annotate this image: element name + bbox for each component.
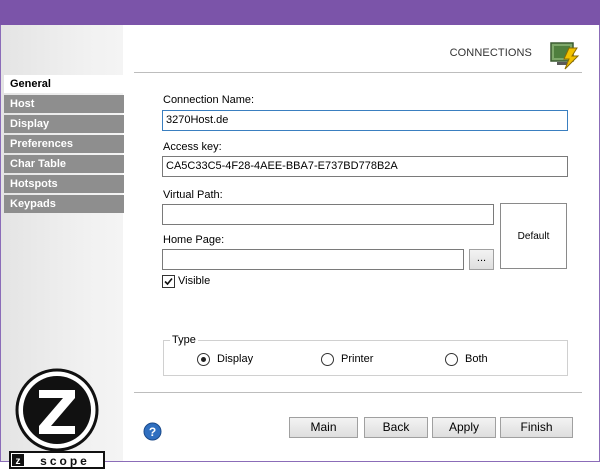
sidebar-item-general[interactable]: General [4,75,124,93]
footer-divider [134,392,582,393]
main-button[interactable]: Main [289,417,358,438]
type-legend: Type [170,334,198,346]
home-page-label: Home Page: [163,234,225,246]
default-preview[interactable]: Default [500,203,567,269]
title-bar [0,0,600,25]
radio-both-label: Both [465,353,488,365]
access-key-field[interactable]: CA5C33C5-4F28-4AEE-BBA7-E737BD778B2A [162,156,568,177]
sidebar-item-host[interactable]: Host [4,95,124,113]
sidebar-item-hotspots[interactable]: Hotspots [4,175,124,193]
sidebar-item-preferences[interactable]: Preferences [4,135,124,153]
radio-both[interactable] [445,353,458,366]
apply-button[interactable]: Apply [432,417,496,438]
radio-display[interactable] [197,353,210,366]
sidebar-item-char-table[interactable]: Char Table [4,155,124,173]
check-icon [164,277,173,286]
home-page-field[interactable] [162,249,464,270]
header-divider [134,72,582,73]
sidebar-item-display[interactable]: Display [4,115,124,133]
virtual-path-label: Virtual Path: [163,189,223,201]
connection-name-label: Connection Name: [163,94,255,106]
browse-button[interactable]: ... [469,249,494,270]
visible-checkbox[interactable] [162,275,175,288]
page-title: CONNECTIONS [449,47,532,59]
radio-printer-label: Printer [341,353,374,365]
sidebar-item-keypads[interactable]: Keypads [4,195,124,213]
access-key-label: Access key: [163,141,222,153]
visible-label: Visible [178,275,211,287]
help-icon[interactable]: ? [143,422,162,441]
svg-text:scope: scope [40,454,90,468]
svg-text:?: ? [149,425,156,439]
radio-printer[interactable] [321,353,334,366]
finish-button[interactable]: Finish [500,417,573,438]
back-button[interactable]: Back [364,417,428,438]
radio-display-label: Display [217,353,254,365]
connection-name-field[interactable]: 3270Host.de [162,110,568,131]
zscope-logo: z scope [9,368,105,469]
default-label: Default [517,230,550,242]
virtual-path-field[interactable] [162,204,494,225]
sidebar: General Host Display Preferences Char Ta… [1,25,124,469]
connections-icon [550,42,580,70]
